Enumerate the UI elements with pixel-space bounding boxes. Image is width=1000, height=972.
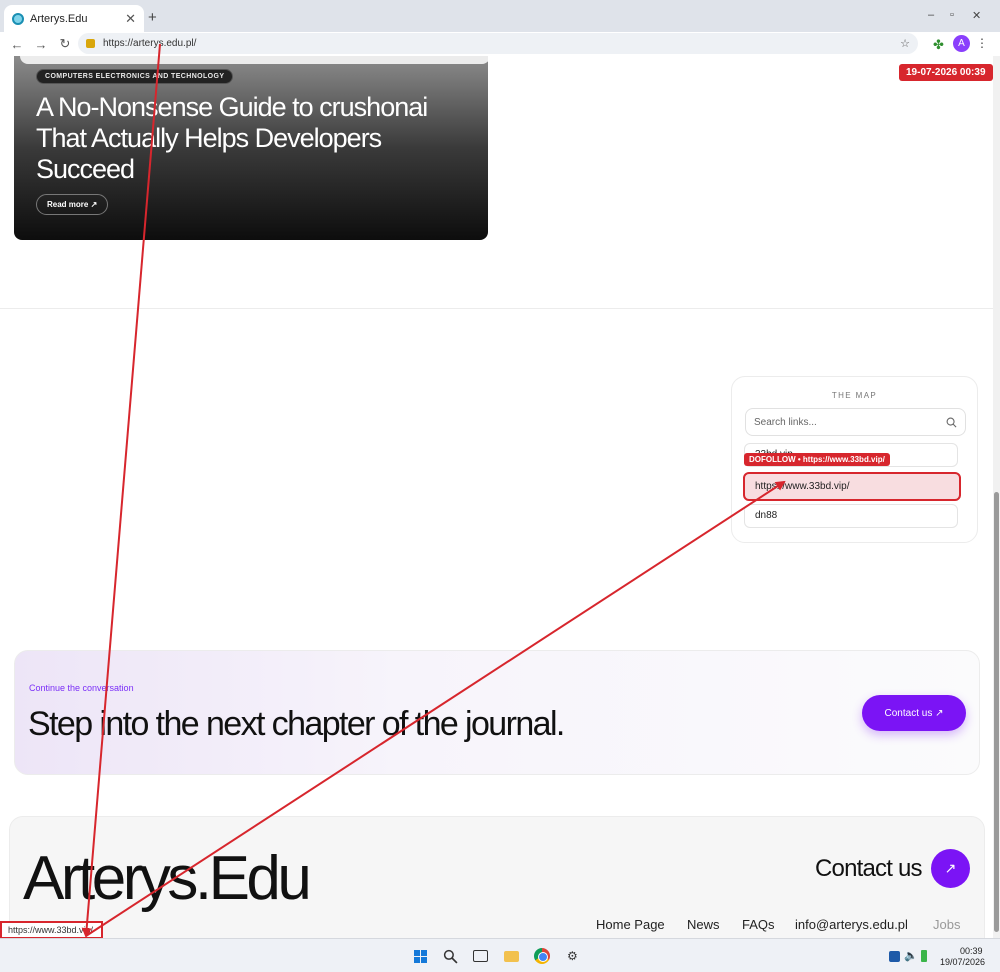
map-search-input[interactable]: Search links... [745,408,966,436]
windows-start-icon[interactable] [414,950,427,963]
profile-avatar[interactable]: A [953,35,970,52]
tab-title: Arterys.Edu [30,12,88,25]
footer-link-jobs[interactable]: Jobs [933,917,960,932]
scrollbar-thumb[interactable] [994,492,999,932]
timestamp-badge: 19-07-2026 00:39 [899,64,993,81]
tab-close-icon[interactable]: ✕ [125,11,136,27]
hero-top-strip [20,56,488,64]
map-link-item-highlighted[interactable]: https://www.33bd.vip/ [743,472,961,501]
browser-toolbar: ← → ↻ https://arterys.edu.pl/ ☆ [0,32,1000,56]
footer-link-news[interactable]: News [687,917,720,932]
link-map-widget: THE MAP Search links... 33bd.vip https:/… [731,376,978,543]
speaker-icon[interactable]: 🔈 [904,949,918,962]
section-divider [0,308,993,309]
browser-menu-icon[interactable]: ⋮ [976,36,988,50]
cta-banner: Continue the conversation Step into the … [14,650,980,775]
bookmark-star-icon[interactable]: ☆ [900,37,910,50]
chrome-icon[interactable] [534,948,550,964]
browser-tab-bar: Arterys.Edu ✕ + – ▫ ✕ [0,0,1000,32]
search-icon[interactable] [443,949,458,964]
clock-date[interactable]: 19/07/2026 [940,957,985,967]
browser-tab[interactable]: Arterys.Edu ✕ [4,5,144,32]
new-tab-button[interactable]: + [148,9,157,26]
footer-contact-link[interactable]: Contact us [815,855,923,883]
maximize-icon[interactable]: ▫ [950,9,954,21]
lock-icon [86,39,95,48]
footer-link-faqs[interactable]: FAQs [742,917,775,932]
search-icon [946,417,957,427]
settings-gear-icon[interactable]: ⚙ [567,949,578,963]
task-view-icon[interactable] [473,950,488,962]
window-close-icon[interactable]: ✕ [972,9,981,22]
battery-icon[interactable] [921,950,927,962]
dofollow-tag: DOFOLLOW • https://www.33bd.vip/ [744,453,890,466]
os-taskbar: ⚙ 🔈 00:39 19/07/2026 [0,938,1000,972]
cta-heading: Step into the next chapter of the journa… [28,705,565,743]
clock-time[interactable]: 00:39 [960,946,983,956]
map-title: THE MAP [831,391,878,400]
cta-eyebrow: Continue the conversation [29,683,134,693]
contact-us-button[interactable]: Contact us ↗ [862,695,966,731]
minimize-icon[interactable]: – [928,9,934,21]
arrow-up-right-icon[interactable]: ↗ [931,849,970,888]
footer-link-home[interactable]: Home Page [596,917,665,932]
map-search-placeholder: Search links... [754,416,817,428]
reload-icon[interactable]: ↻ [58,36,72,52]
hero-title[interactable]: A No-Nonsense Guide to crushonai That Ac… [36,92,476,185]
site-favicon-icon [12,12,24,25]
address-bar[interactable]: https://arterys.edu.pl/ ☆ [78,33,918,54]
back-icon[interactable]: ← [10,37,24,52]
puzzle-extension-icon[interactable]: ✤ [933,37,944,53]
status-bar-url: https://www.33bd.vip/ [0,921,103,939]
read-more-button[interactable]: Read more ↗ [36,194,109,215]
footer-link-email[interactable]: info@arterys.edu.pl [795,917,908,932]
forward-icon[interactable]: → [34,37,48,52]
map-link-item[interactable]: dn88 [744,504,958,528]
folder-icon[interactable] [504,951,519,962]
category-pill[interactable]: COMPUTERS ELECTRONICS AND TECHNOLOGY [36,69,234,84]
hero-article-card[interactable]: COMPUTERS ELECTRONICS AND TECHNOLOGY A N… [14,56,488,240]
site-footer: Arterys.Edu Contact us ↗ Home Page News … [9,816,985,956]
address-url: https://arterys.edu.pl/ [103,38,197,49]
tray-app-icon[interactable] [889,951,900,962]
footer-logo[interactable]: Arterys.Edu [23,843,312,914]
